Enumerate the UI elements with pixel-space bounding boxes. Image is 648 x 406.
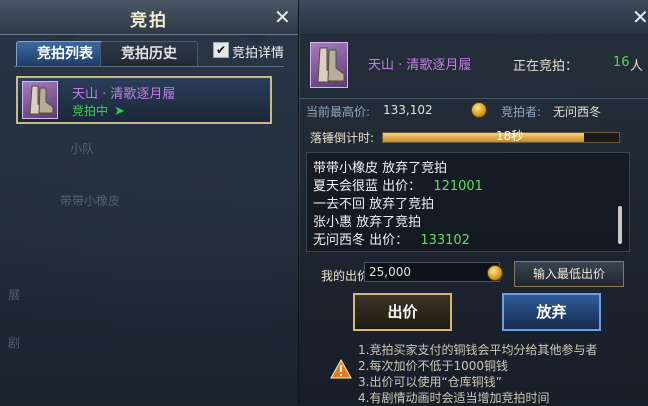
log-scrollbar[interactable]: [618, 206, 622, 244]
background-text: 小队: [70, 142, 95, 156]
my-bid-input[interactable]: [364, 262, 500, 282]
background-text: 展: [8, 288, 21, 302]
log-action: 放弃了竞拍: [356, 215, 422, 230]
tabs-divider: [14, 66, 284, 67]
auction-item-card[interactable]: 天山 · 清歌逐月履 竞拍中 ➤: [16, 76, 272, 124]
countdown-label: 落锤倒计时:: [310, 131, 375, 145]
note-line: 4.有剧情动画时会适当增加竞拍时间: [358, 391, 550, 405]
close-icon[interactable]: ✕: [632, 7, 648, 27]
cursor-icon: ➤: [114, 104, 125, 119]
log-name: 带带小橡皮: [313, 161, 379, 176]
log-line: 一去不回 放弃了竞拍: [313, 193, 442, 212]
bidder-value: 无问西冬: [553, 105, 602, 119]
copper-coin-icon: [487, 265, 503, 281]
detail-top-bar: [300, 0, 648, 34]
tab-auction-history[interactable]: 竞拍历史: [100, 41, 198, 67]
note-line: 3.出价可以使用“仓库铜钱”: [358, 375, 502, 389]
bidder-label: 竞拍者:: [501, 105, 542, 119]
log-name: 一去不回: [313, 197, 366, 212]
boots-icon: [310, 42, 348, 88]
enter-min-bid-button[interactable]: 输入最低出价: [514, 261, 624, 287]
background-text: 剧: [8, 336, 21, 350]
log-action: 出价：: [369, 233, 409, 248]
bidding-label: 正在竞拍：: [513, 59, 579, 74]
log-name: 张小惠: [313, 215, 353, 230]
bidding-count: 16: [613, 55, 630, 70]
log-action: 放弃了竞拍: [369, 197, 435, 212]
countdown-text: 18秒: [496, 129, 524, 143]
boots-icon: [22, 81, 58, 119]
item-name: 天山 · 清歌逐月履: [368, 58, 472, 73]
bid-log[interactable]: 带带小橡皮 放弃了竞拍 夏天会很蓝 出价： 121001 一去不回 放弃了竞拍 …: [306, 152, 630, 252]
divider: [300, 98, 648, 99]
bidding-unit: 人: [630, 59, 644, 74]
log-amount: 133102: [420, 233, 470, 248]
log-line: 夏天会很蓝 出价： 121001: [313, 175, 483, 194]
countdown-bar-fill: [383, 133, 584, 142]
log-action: 放弃了竞拍: [382, 161, 448, 176]
log-line: 张小惠 放弃了竞拍: [313, 211, 429, 230]
bid-button[interactable]: 出价: [353, 293, 452, 331]
highest-price-value: 133,102: [383, 103, 433, 117]
give-up-button[interactable]: 放弃: [502, 293, 601, 331]
panel-title: 竞拍: [130, 11, 168, 31]
highest-price-label: 当前最高价:: [306, 105, 371, 119]
log-name: 无问西冬: [313, 233, 366, 248]
background-text: 带带小橡皮: [60, 194, 121, 208]
note-line: 2.每次加价不低于1000铜钱: [358, 359, 508, 373]
log-line: 带带小橡皮 放弃了竞拍: [313, 157, 455, 176]
item-status: 竞拍中: [72, 104, 109, 118]
item-name: 天山 · 清歌逐月履: [72, 87, 176, 102]
copper-coin-icon: [471, 102, 487, 118]
log-line: 无问西冬 出价： 133102: [313, 229, 470, 248]
log-action: 出价：: [382, 179, 422, 194]
detail-checkbox-label[interactable]: 竞拍详情: [232, 42, 284, 61]
note-line: 1.竞拍买家支付的铜钱会平均分给其他参与者: [358, 343, 598, 357]
log-amount: 121001: [433, 179, 483, 194]
detail-checkbox[interactable]: ✔: [213, 42, 229, 58]
warning-icon: [330, 358, 352, 379]
close-icon[interactable]: ✕: [274, 7, 291, 27]
log-name: 夏天会很蓝: [313, 179, 379, 194]
